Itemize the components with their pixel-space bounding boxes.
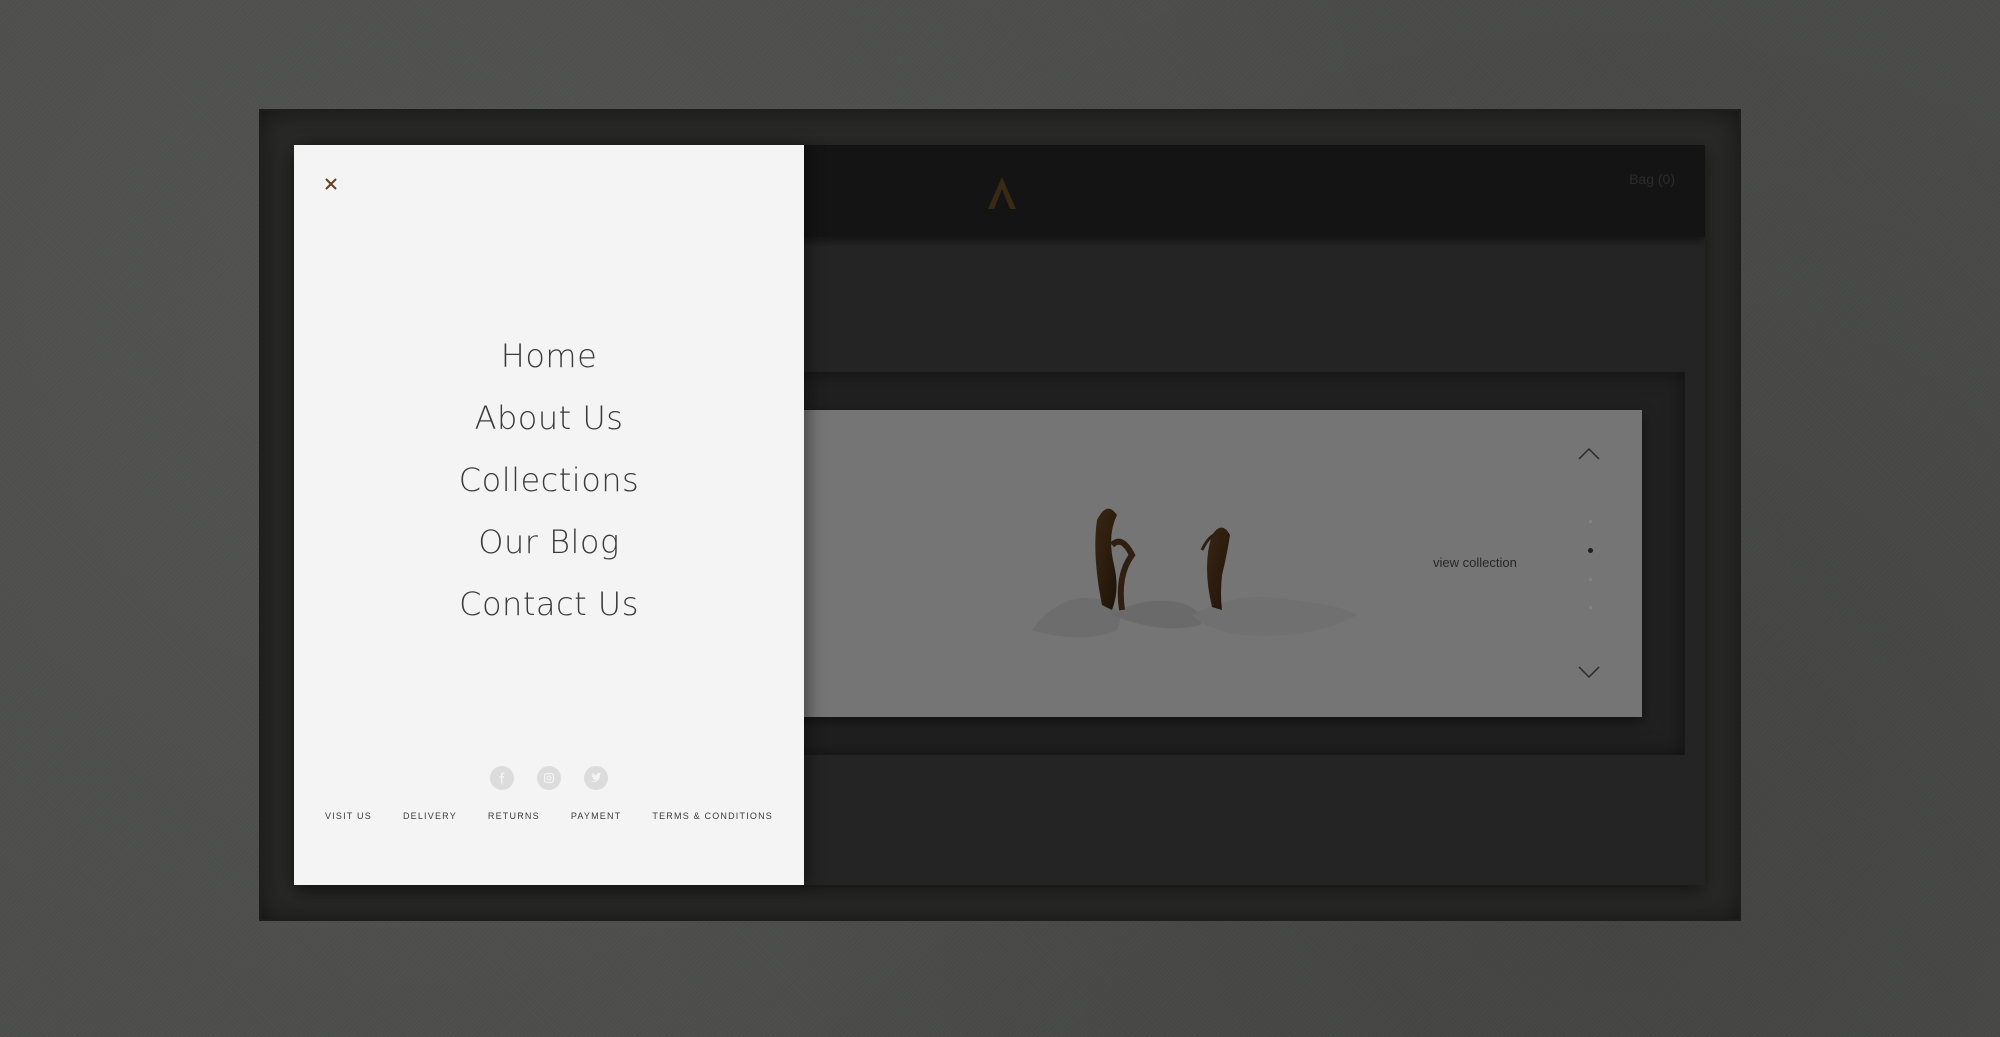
main-navigation: Home About Us Collections Our Blog Conta…	[294, 325, 804, 635]
footer-link-delivery[interactable]: DELIVERY	[403, 811, 457, 821]
nav-item-home[interactable]: Home	[294, 325, 804, 387]
footer-links: VISIT US DELIVERY RETURNS PAYMENT TERMS …	[294, 811, 804, 821]
slide-dot-active[interactable]	[1587, 548, 1593, 553]
footer-link-returns[interactable]: RETURNS	[488, 811, 540, 821]
instagram-icon[interactable]	[537, 766, 561, 790]
side-menu: Home About Us Collections Our Blog Conta…	[294, 145, 804, 885]
slide-dot[interactable]	[1588, 578, 1592, 581]
close-icon[interactable]	[320, 173, 342, 195]
social-links	[294, 766, 804, 790]
chevron-up-icon[interactable]	[1577, 445, 1601, 461]
swan-figurines-image	[1032, 508, 1357, 638]
footer-link-payment[interactable]: PAYMENT	[571, 811, 622, 821]
bag-link[interactable]: Bag (0)	[1629, 171, 1675, 187]
footer-link-visit-us[interactable]: VISIT US	[325, 811, 372, 821]
nav-item-contact-us[interactable]: Contact Us	[294, 573, 804, 635]
brand-logo[interactable]	[982, 173, 1022, 213]
footer-link-terms[interactable]: TERMS & CONDITIONS	[652, 811, 773, 821]
nav-item-about-us[interactable]: About Us	[294, 387, 804, 449]
slide-indicator	[1587, 520, 1593, 634]
view-collection-link[interactable]: view collection	[1433, 555, 1517, 570]
slide-dot[interactable]	[1588, 520, 1592, 523]
nav-item-collections[interactable]: Collections	[294, 449, 804, 511]
slide-dot[interactable]	[1588, 606, 1592, 609]
chevron-down-icon[interactable]	[1577, 665, 1601, 681]
nav-item-our-blog[interactable]: Our Blog	[294, 511, 804, 573]
facebook-icon[interactable]	[490, 766, 514, 790]
twitter-icon[interactable]	[584, 766, 608, 790]
